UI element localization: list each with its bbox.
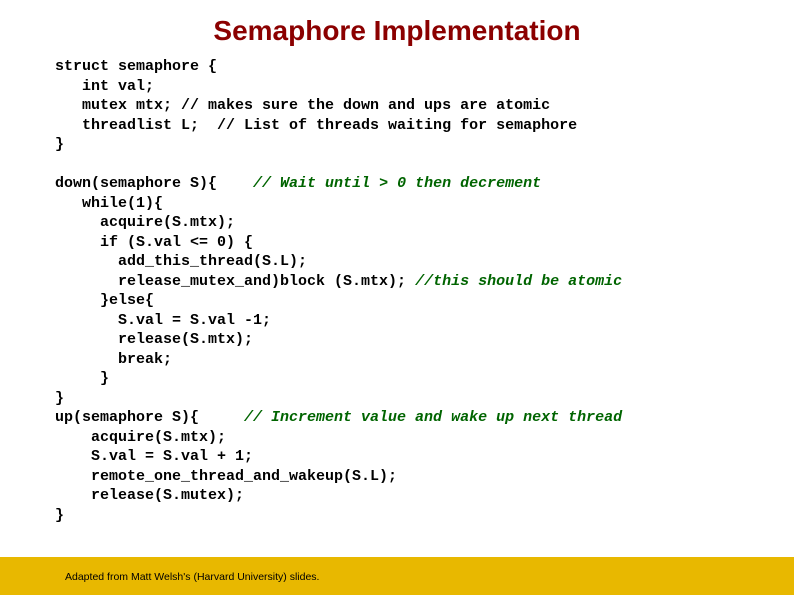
code-line: add_this_thread(S.L); [55,253,307,270]
code-line: release_mutex_and)block (S.mtx); [55,273,415,290]
slide-title: Semaphore Implementation [0,0,794,57]
code-line: release(S.mutex); [55,487,244,504]
code-line: break; [55,351,172,368]
code-line: }else{ [55,292,154,309]
code-line: acquire(S.mtx); [55,214,235,231]
code-comment: // Increment value and wake up next thre… [244,409,622,426]
code-line: struct semaphore { [55,58,217,75]
footer-attribution: Adapted from Matt Welsh's (Harvard Unive… [65,571,319,583]
code-line: threadlist L; // List of threads waiting… [55,117,577,134]
code-line: S.val = S.val + 1; [55,448,253,465]
code-comment: // Wait until > 0 then decrement [253,175,541,192]
code-line: } [55,507,64,524]
code-struct: struct semaphore { int val; mutex mtx; /… [0,57,794,525]
code-line: release(S.mtx); [55,331,253,348]
code-line: } [55,390,64,407]
code-comment: //this should be atomic [415,273,622,290]
code-line: } [55,136,64,153]
code-line: up(semaphore S){ [55,409,244,426]
code-line: down(semaphore S){ [55,175,253,192]
code-line: if (S.val <= 0) { [55,234,253,251]
code-line: acquire(S.mtx); [55,429,226,446]
code-line: remote_one_thread_and_wakeup(S.L); [55,468,397,485]
code-line: while(1){ [55,195,163,212]
code-line: mutex mtx; // makes sure the down and up… [55,97,550,114]
code-line: int val; [55,78,154,95]
code-line: S.val = S.val -1; [55,312,271,329]
code-line: } [55,370,109,387]
slide-container: Semaphore Implementation struct semaphor… [0,0,794,595]
